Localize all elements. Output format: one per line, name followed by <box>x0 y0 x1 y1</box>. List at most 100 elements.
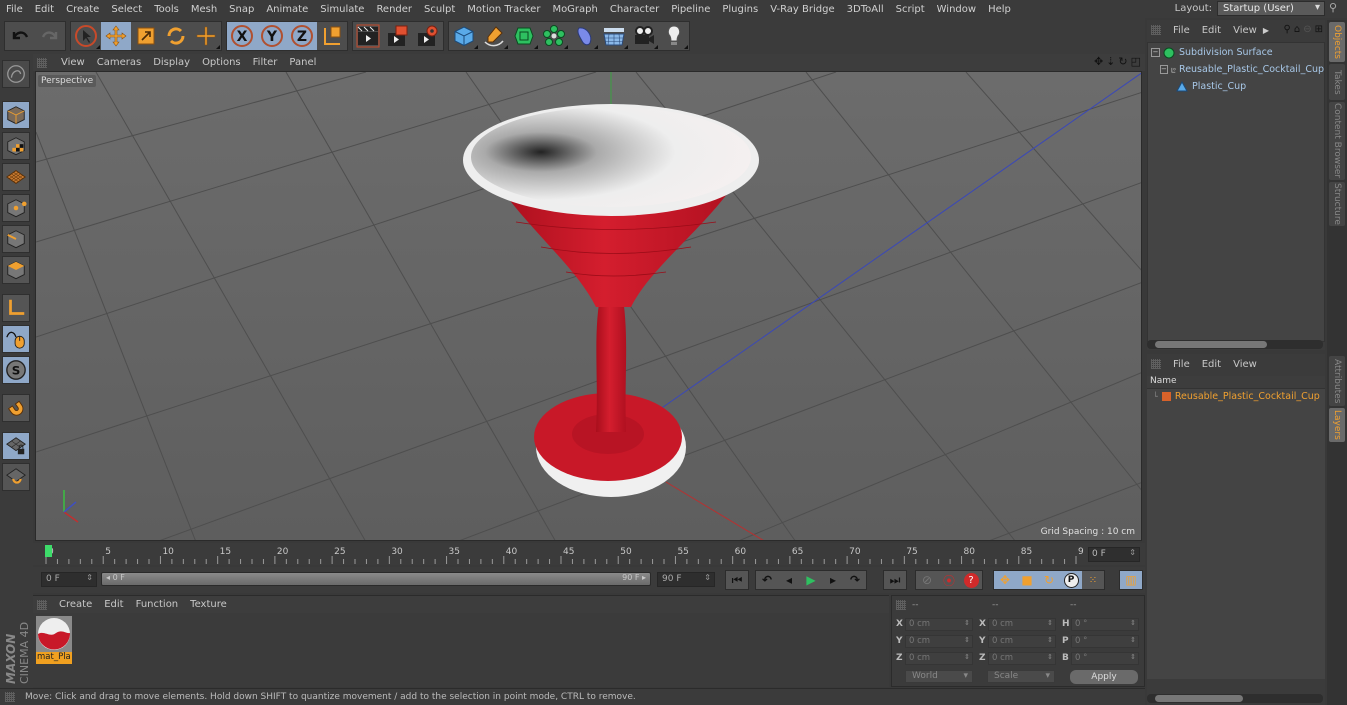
scrollbar-thumb[interactable] <box>1155 341 1267 348</box>
y-axis-button[interactable]: Y <box>257 22 287 50</box>
viewport-menu-display[interactable]: Display <box>147 57 196 68</box>
search-icon[interactable]: ⚲ <box>1284 24 1291 35</box>
menu-tools[interactable]: Tools <box>148 4 185 15</box>
snap-button[interactable] <box>2 394 30 422</box>
render-picture-viewer-button[interactable] <box>383 22 413 50</box>
go-to-end-button[interactable]: ⏭ <box>884 571 906 589</box>
more-menu-arrow-icon[interactable]: ▶ <box>1263 26 1269 35</box>
layer-item[interactable]: └ Reusable_Plastic_Cocktail_Cup <box>1153 391 1320 402</box>
panel-grip-icon[interactable] <box>1151 25 1161 35</box>
link-icon[interactable]: ⊖ <box>1303 24 1311 35</box>
layer-horizontal-scrollbar[interactable] <box>1147 694 1323 703</box>
tree-item-reusable-plastic-cocktail-cup[interactable]: − Reusable_Plastic_Cocktail_Cup <box>1148 61 1324 78</box>
menu-render[interactable]: Render <box>370 4 418 15</box>
undo-button[interactable] <box>5 22 35 50</box>
autokeying-button[interactable]: ? <box>960 571 982 589</box>
scale-tool-button[interactable] <box>131 22 161 50</box>
menu-select[interactable]: Select <box>105 4 148 15</box>
layer-menu-edit[interactable]: Edit <box>1196 359 1227 370</box>
coordinate-system-button[interactable] <box>317 22 347 50</box>
cube-button[interactable] <box>449 22 479 50</box>
menu-window[interactable]: Window <box>931 4 982 15</box>
playhead-marker[interactable] <box>45 545 52 557</box>
points-mode-button[interactable] <box>2 194 30 222</box>
viewport-menu-filter[interactable]: Filter <box>247 57 284 68</box>
next-key-button[interactable]: ↷ <box>844 571 866 589</box>
layer-color-swatch[interactable] <box>1161 392 1171 401</box>
position-z-field[interactable]: 0 cm <box>905 651 973 665</box>
object-menu-view[interactable]: View <box>1227 25 1263 36</box>
edges-mode-button[interactable] <box>2 225 30 253</box>
rotation-p-field[interactable]: 0 ° <box>1071 634 1139 648</box>
viewport-menu-view[interactable]: View <box>55 57 91 68</box>
tab-structure[interactable]: Structure <box>1329 182 1345 226</box>
position-x-field[interactable]: 0 cm <box>905 617 973 631</box>
record-active-objects-button[interactable]: ⦿ <box>938 571 960 589</box>
panel-grip-icon[interactable] <box>1151 359 1161 369</box>
key-position-button[interactable]: ✥ <box>994 571 1016 589</box>
render-settings-button[interactable] <box>413 22 443 50</box>
subdivision-button[interactable] <box>509 22 539 50</box>
move-view-icon[interactable]: ✥ <box>1094 55 1103 68</box>
menu-edit[interactable]: Edit <box>29 4 60 15</box>
workplane-lock-button[interactable] <box>2 432 30 460</box>
material-menu-create[interactable]: Create <box>53 599 98 610</box>
x-axis-button[interactable]: X <box>227 22 257 50</box>
rotation-b-field[interactable]: 0 ° <box>1071 651 1139 665</box>
tab-takes[interactable]: Takes <box>1329 64 1345 100</box>
texture-mode-button[interactable] <box>2 132 30 160</box>
tab-attributes[interactable]: Attributes <box>1329 356 1345 406</box>
workplane-mode-button[interactable] <box>2 163 30 191</box>
menu-3dtoall[interactable]: 3DToAll <box>841 4 890 15</box>
rotate-view-icon[interactable]: ↻ <box>1118 55 1127 68</box>
menu-file[interactable]: File <box>0 4 29 15</box>
timeline-window-button[interactable]: ▥ <box>1120 571 1142 589</box>
camera-label[interactable]: Perspective <box>38 75 97 87</box>
menu-create[interactable]: Create <box>60 4 105 15</box>
preview-range-slider[interactable]: ◂ 0 F 90 F ▸ <box>101 572 651 586</box>
layer-column-header[interactable]: Name <box>1147 376 1325 389</box>
object-horizontal-scrollbar[interactable] <box>1147 340 1323 349</box>
play-button[interactable]: ▶ <box>800 571 822 589</box>
deformer-button[interactable] <box>569 22 599 50</box>
recent-tool-button[interactable] <box>191 22 221 50</box>
scrollbar-thumb[interactable] <box>1155 695 1243 702</box>
cloner-button[interactable] <box>539 22 569 50</box>
material-menu-function[interactable]: Function <box>130 599 185 610</box>
material-menu-edit[interactable]: Edit <box>98 599 129 610</box>
layer-menu-view[interactable]: View <box>1227 359 1263 370</box>
viewport-menu-cameras[interactable]: Cameras <box>91 57 147 68</box>
panel-grip-icon[interactable] <box>896 599 906 610</box>
material-menu-texture[interactable]: Texture <box>184 599 233 610</box>
new-window-icon[interactable]: ⊞ <box>1315 24 1323 35</box>
3d-viewport[interactable]: Perspective Grid Spacing : 10 cm <box>35 71 1142 541</box>
move-tool-button[interactable] <box>101 22 131 50</box>
menu-plugins[interactable]: Plugins <box>716 4 764 15</box>
scale-x-field[interactable]: 0 cm <box>988 617 1056 631</box>
previous-key-button[interactable]: ↶ <box>756 571 778 589</box>
layout-dropdown[interactable]: Startup (User) <box>1217 1 1325 16</box>
search-icon[interactable]: ⚲ <box>1329 1 1343 17</box>
axis-mode-button[interactable] <box>2 294 30 322</box>
maximize-view-icon[interactable]: ◰ <box>1131 55 1141 68</box>
next-frame-button[interactable]: ▸ <box>822 571 844 589</box>
key-rotation-button[interactable]: ↻ <box>1038 571 1060 589</box>
camera-button[interactable] <box>629 22 659 50</box>
coordinate-mode-dropdown[interactable]: Scale <box>987 670 1055 683</box>
collapse-icon[interactable]: − <box>1151 48 1160 57</box>
current-frame-field[interactable]: 0 F ⇕ <box>1088 547 1140 562</box>
menu-mograph[interactable]: MoGraph <box>546 4 603 15</box>
panel-grip-icon[interactable] <box>5 692 15 702</box>
render-view-button[interactable] <box>353 22 383 50</box>
key-pla-button[interactable]: ⁙ <box>1082 571 1104 589</box>
menu-simulate[interactable]: Simulate <box>314 4 370 15</box>
panel-grip-icon[interactable] <box>37 57 47 68</box>
tree-item-subdivision-surface[interactable]: − Subdivision Surface <box>1148 44 1324 61</box>
zoom-view-icon[interactable]: ⇣ <box>1106 55 1115 68</box>
tab-content-browser[interactable]: Content Browser <box>1329 102 1345 180</box>
menu-vray-bridge[interactable]: V-Ray Bridge <box>764 4 840 15</box>
key-parameter-button[interactable]: P <box>1060 571 1082 589</box>
viewport-menu-panel[interactable]: Panel <box>283 57 322 68</box>
previous-frame-button[interactable]: ◂ <box>778 571 800 589</box>
layer-menu-file[interactable]: File <box>1167 359 1196 370</box>
